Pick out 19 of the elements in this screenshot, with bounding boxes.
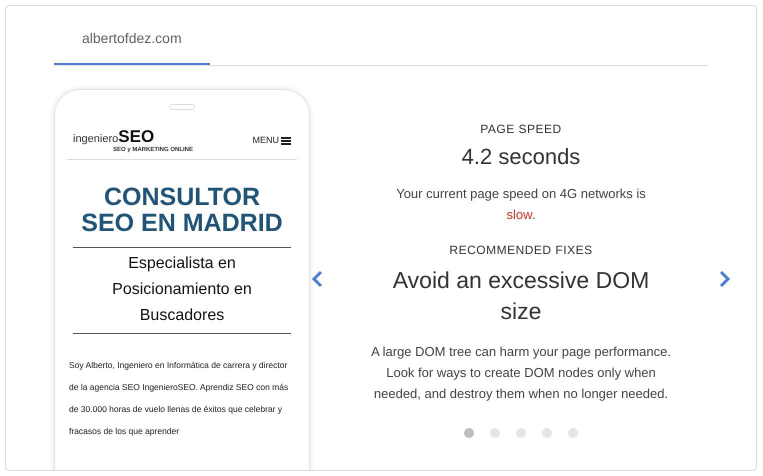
section-label: RECOMMENDED FIXES bbox=[448, 242, 594, 259]
carousel-dot[interactable] bbox=[464, 428, 474, 438]
carousel-dot[interactable] bbox=[568, 428, 578, 438]
site-logo: ingenieroSEO bbox=[73, 128, 156, 146]
menu-icon[interactable] bbox=[281, 136, 291, 145]
intro-paragraph: Soy Alberto, Ingeniero en Informática de carrera y director de la agencia SEO IngenieroSEO. Aprendiz SEO con más de 30.000 horas de vuelo llenas de éxitos que celebrar y fracasos de los que aprender bbox=[69, 358, 290, 438]
speaker-icon bbox=[169, 104, 195, 110]
site-tab[interactable]: albertofdez.com bbox=[54, 6, 210, 65]
fix-title: Avoid an excessive DOM size bbox=[392, 266, 650, 326]
section-label: PAGE SPEED bbox=[479, 121, 563, 138]
menu-link[interactable]: MENU bbox=[252, 134, 279, 148]
speed-description: Your current page speed on 4G networks is slow. bbox=[395, 185, 647, 224]
headline: CONSULTOR SEO EN MADRID bbox=[81, 184, 283, 236]
carousel-dot[interactable] bbox=[542, 428, 552, 438]
speed-value: 4.2 seconds bbox=[460, 143, 582, 171]
carousel-dot[interactable] bbox=[516, 428, 526, 438]
carousel-dot[interactable] bbox=[490, 428, 500, 438]
subheadline: Especialista en Posicionamiento en Buscadores bbox=[73, 246, 291, 334]
fix-description: A large DOM tree can harm your page performance. Look for ways to create DOM nodes only when needed, and destroy them when no longer needed. bbox=[371, 343, 671, 403]
